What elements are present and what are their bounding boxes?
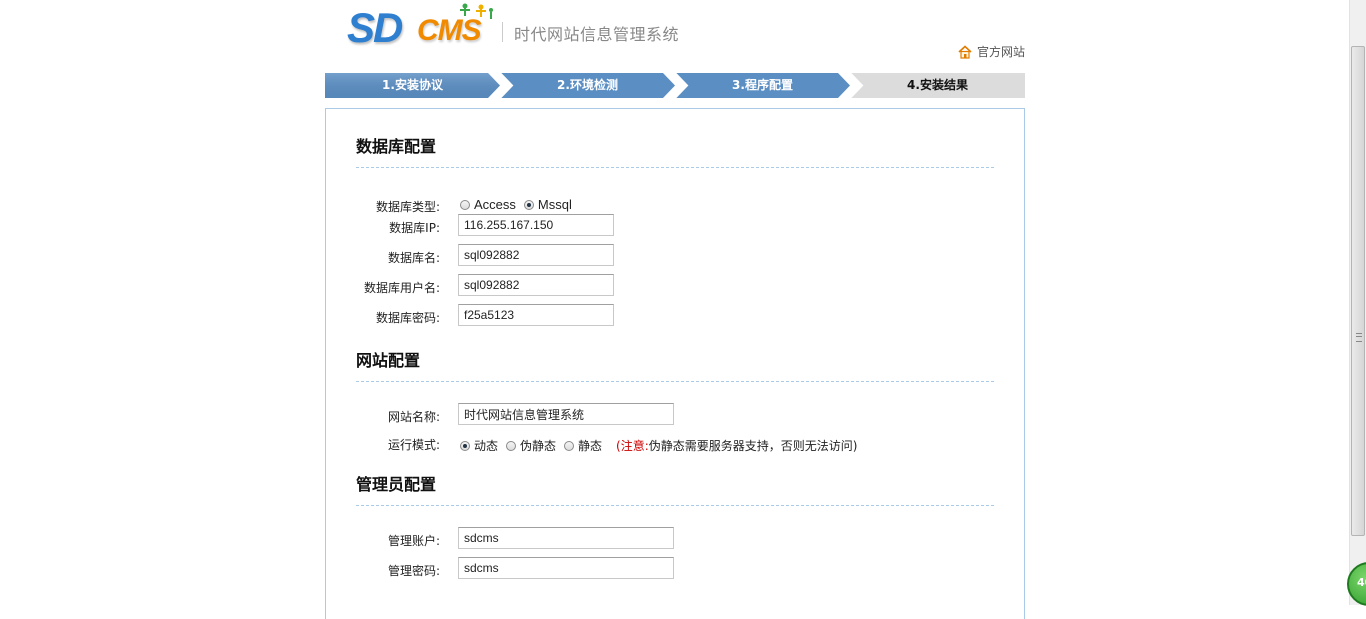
db-ip-row: 数据库IP: bbox=[326, 214, 1024, 240]
admin-account-input[interactable] bbox=[458, 527, 674, 549]
db-name-label: 数据库名: bbox=[387, 251, 440, 265]
step-label: 2.环境检测 bbox=[557, 78, 618, 92]
config-panel: 数据库配置 数据库类型: Access Mssql 数据库IP: 数据库名: 数… bbox=[325, 108, 1025, 619]
db-user-label: 数据库用户名: bbox=[363, 281, 440, 295]
admin-account-row: 管理账户: bbox=[326, 527, 1024, 553]
mode-static-radio[interactable] bbox=[564, 440, 575, 451]
db-type-access-radio[interactable] bbox=[460, 199, 470, 210]
db-user-input[interactable] bbox=[458, 274, 614, 296]
site-name-row: 网站名称: bbox=[326, 403, 1024, 429]
logo-sd: SD bbox=[347, 4, 403, 51]
home-icon bbox=[958, 44, 972, 59]
db-name-row: 数据库名: bbox=[326, 244, 1024, 270]
step-config: 3.程序配置 bbox=[675, 73, 850, 98]
section-divider bbox=[356, 505, 994, 506]
mode-pseudo-static-label: 伪静态 bbox=[520, 439, 557, 453]
db-ip-label: 数据库IP: bbox=[389, 221, 440, 235]
site-section-title: 网站配置 bbox=[356, 351, 421, 370]
site-name-input[interactable] bbox=[458, 403, 674, 425]
admin-password-row: 管理密码: bbox=[326, 557, 1024, 583]
official-site-label: 官方网站 bbox=[977, 45, 1026, 59]
logo-divider bbox=[502, 22, 503, 42]
mode-dynamic-option[interactable]: 动态 bbox=[460, 437, 498, 454]
mode-dynamic-label: 动态 bbox=[474, 439, 499, 453]
mode-static-option[interactable]: 静态 bbox=[564, 437, 602, 454]
mode-pseudo-static-option[interactable]: 伪静态 bbox=[506, 437, 556, 454]
database-section-title: 数据库配置 bbox=[356, 137, 437, 156]
db-type-mssql-radio[interactable] bbox=[523, 199, 534, 210]
run-mode-row: 运行模式: 动态 伪静态 静态 (注意:伪静态需要服务器支持，否则无法访问) bbox=[326, 435, 1024, 461]
step-result: 4.安装结果 bbox=[850, 73, 1025, 98]
scrollbar-thumb[interactable] bbox=[1351, 46, 1365, 536]
note-text: 伪静态需要服务器支持，否则无法访问) bbox=[648, 439, 858, 453]
admin-section-title: 管理员配置 bbox=[356, 475, 437, 494]
admin-password-label: 管理密码: bbox=[387, 564, 440, 578]
section-divider bbox=[356, 167, 994, 168]
db-type-access-label: Access bbox=[474, 197, 516, 212]
official-site-link[interactable]: 官方网站 bbox=[958, 43, 1025, 60]
section-divider bbox=[356, 381, 994, 382]
db-password-row: 数据库密码: bbox=[326, 304, 1024, 330]
step-agreement: 1.安装协议 bbox=[325, 73, 500, 98]
step-label: 3.程序配置 bbox=[732, 78, 793, 92]
badge-count: 40 bbox=[1357, 576, 1366, 589]
step-label: 1.安装协议 bbox=[382, 78, 443, 92]
mode-pseudo-static-radio[interactable] bbox=[506, 440, 517, 451]
db-ip-input[interactable] bbox=[458, 214, 614, 236]
db-type-label: 数据库类型: bbox=[375, 200, 440, 214]
step-label: 4.安装结果 bbox=[907, 78, 968, 92]
admin-account-label: 管理账户: bbox=[387, 534, 440, 548]
db-user-row: 数据库用户名: bbox=[326, 274, 1024, 300]
system-subtitle: 时代网站信息管理系统 bbox=[514, 25, 680, 44]
logo-figures-icon bbox=[460, 3, 493, 19]
run-mode-label: 运行模式: bbox=[387, 438, 440, 452]
mode-static-label: 静态 bbox=[578, 439, 603, 453]
run-mode-note: (注意:伪静态需要服务器支持，否则无法访问) bbox=[616, 437, 857, 454]
db-type-mssql-label: Mssql bbox=[537, 197, 572, 212]
mode-dynamic-radio[interactable] bbox=[460, 440, 470, 451]
scroll-grip-icon bbox=[1356, 333, 1362, 342]
db-type-access-option[interactable]: Access bbox=[460, 197, 516, 212]
admin-password-input[interactable] bbox=[458, 557, 674, 579]
vertical-scrollbar[interactable] bbox=[1349, 0, 1366, 605]
note-warning: 注意: bbox=[620, 439, 649, 453]
db-type-mssql-option[interactable]: Mssql bbox=[523, 197, 572, 212]
db-password-input[interactable] bbox=[458, 304, 614, 326]
install-steps: 1.安装协议 2.环境检测 3.程序配置 4.安装结果 bbox=[325, 73, 1025, 98]
db-name-input[interactable] bbox=[458, 244, 614, 266]
step-env-check: 2.环境检测 bbox=[500, 73, 675, 98]
db-password-label: 数据库密码: bbox=[375, 311, 440, 325]
sdcms-logo: SD CMS bbox=[345, 2, 495, 54]
site-name-label: 网站名称: bbox=[387, 410, 440, 424]
